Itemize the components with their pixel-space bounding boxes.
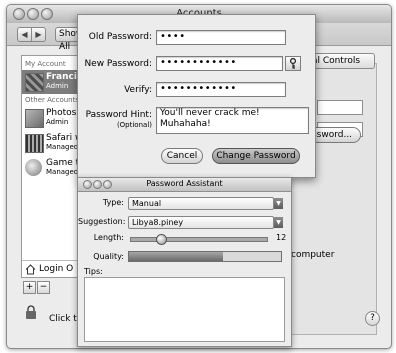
verify-field[interactable]: ••••••••••••	[156, 82, 286, 97]
tips-label: Tips:	[84, 267, 103, 276]
optional-label: (Optional)	[116, 121, 152, 129]
account-role: Managed	[46, 143, 79, 151]
forward-button[interactable]: ▶	[31, 27, 46, 42]
account-role: Admin	[46, 82, 69, 90]
lock-icon[interactable]	[25, 305, 37, 319]
password-hint-label: Password Hint:	[85, 110, 152, 120]
length-slider-thumb[interactable]	[156, 234, 168, 245]
old-password-field[interactable]: ••••	[156, 30, 286, 45]
computer-text: computer	[291, 250, 335, 260]
new-password-field[interactable]: ••••••••••••	[156, 56, 283, 71]
length-value: 12	[276, 233, 287, 242]
length-slider[interactable]	[130, 234, 268, 245]
quality-label: Quality:	[93, 252, 124, 261]
tips-box	[84, 277, 285, 342]
password-assistant-button[interactable]	[285, 56, 301, 71]
assistant-titlebar: Password Assistant	[78, 178, 291, 192]
my-account-heading: My Account	[25, 60, 66, 68]
suggestion-arrow-icon[interactable]: ▼	[274, 217, 283, 228]
remove-account-button[interactable]: −	[37, 281, 50, 294]
type-value: Manual	[132, 199, 162, 208]
avatar	[25, 159, 42, 176]
quality-meter	[128, 251, 282, 262]
suggestion-label: Suggestion:	[78, 217, 126, 226]
type-popup[interactable]: Manual	[128, 197, 274, 210]
login-options-label: Login O	[39, 264, 74, 274]
password-hint-field[interactable]: You'll never crack me! Muhahaha!	[156, 107, 309, 134]
assistant-title: Password Assistant	[146, 179, 223, 188]
change-password-sheet: Old Password: •••• New Password: •••••••…	[77, 14, 316, 178]
new-password-label: New Password:	[84, 59, 152, 69]
suggestion-combobox[interactable]: Libya8.piney	[128, 216, 274, 229]
help-button[interactable]: ?	[365, 311, 380, 326]
account-role: Managed	[46, 168, 79, 176]
add-account-button[interactable]: +	[23, 281, 36, 294]
cancel-button[interactable]: Cancel	[161, 148, 203, 164]
quality-meter-fill	[129, 252, 224, 261]
verify-label: Verify:	[124, 85, 152, 95]
account-role: Admin	[46, 118, 69, 126]
avatar	[25, 134, 44, 153]
house-icon	[25, 264, 36, 275]
key-icon	[289, 58, 297, 69]
change-password-confirm-button[interactable]: Change Password	[212, 148, 300, 164]
length-label: Length:	[93, 233, 124, 242]
back-arrow-icon: ◀	[21, 30, 28, 39]
type-popup-arrow-icon[interactable]: ▼	[274, 198, 283, 209]
forward-arrow-icon: ▶	[35, 30, 42, 39]
old-password-label: Old Password:	[88, 32, 152, 42]
back-button[interactable]: ◀	[17, 27, 32, 42]
avatar	[25, 73, 44, 92]
name-field[interactable]	[317, 100, 363, 115]
account-name: Photos	[46, 108, 77, 118]
password-assistant-window: Password Assistant Type: Manual ▼ Sugges…	[77, 177, 292, 347]
type-label: Type:	[102, 198, 124, 207]
suggestion-value: Libya8.piney	[132, 218, 184, 227]
avatar	[25, 109, 44, 128]
other-accounts-heading: Other Accounts	[25, 96, 80, 104]
